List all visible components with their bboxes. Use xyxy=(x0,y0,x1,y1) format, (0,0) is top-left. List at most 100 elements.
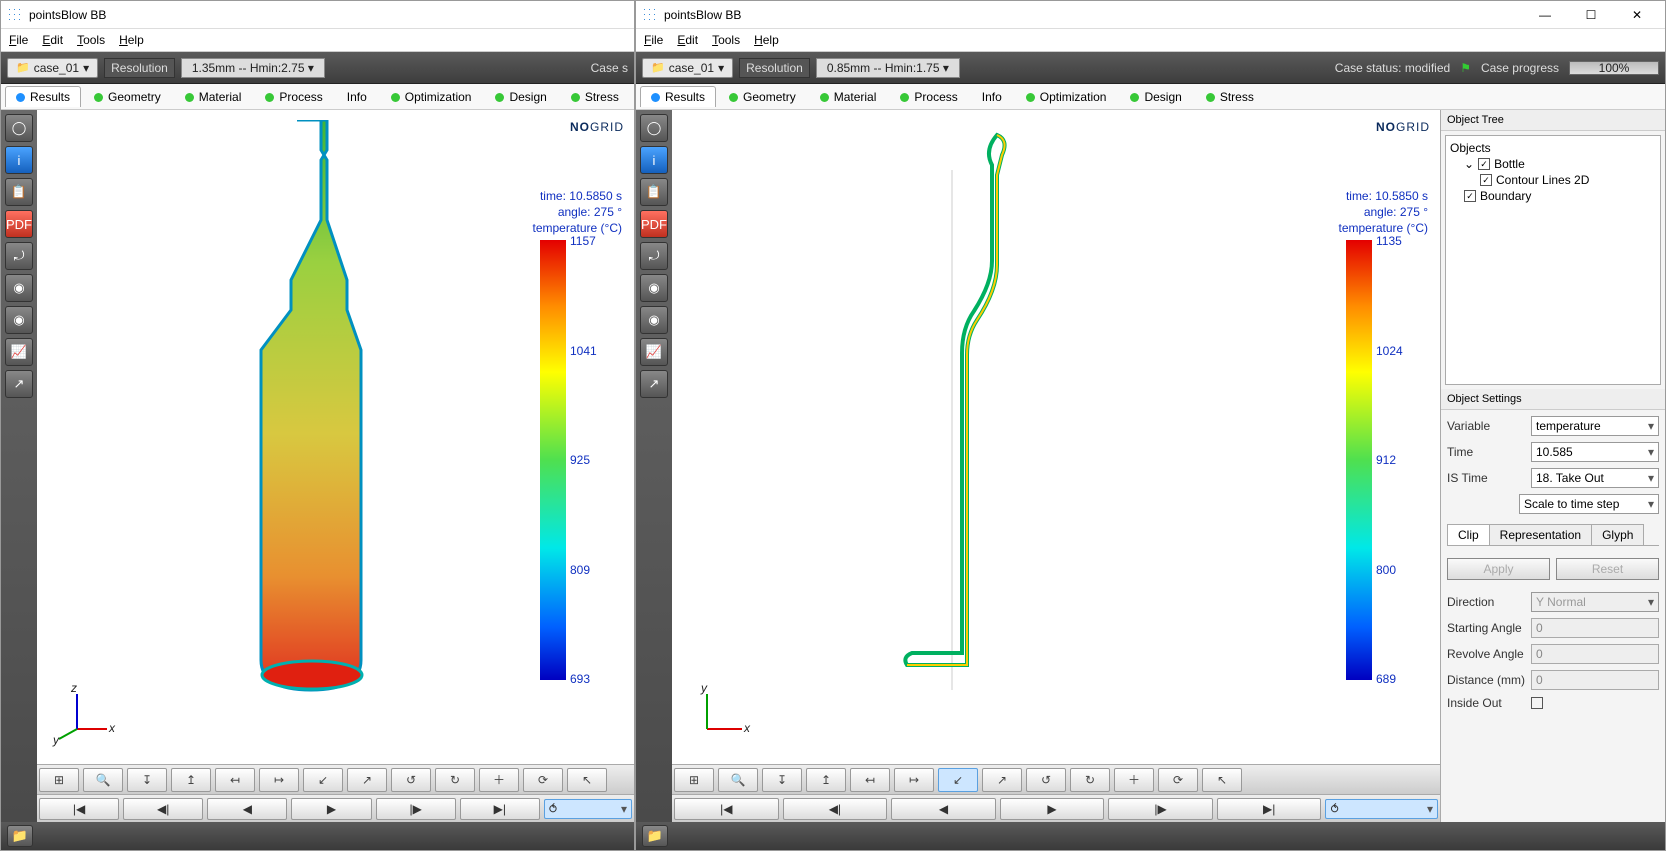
checkbox[interactable] xyxy=(1478,158,1490,170)
tool-info-icon[interactable]: i xyxy=(5,146,33,174)
resolution-value-right[interactable]: 0.85mm -- Hmin:1.75 ▾ xyxy=(816,58,960,78)
tab-info[interactable]: Info xyxy=(336,86,378,107)
mtab-representation[interactable]: Representation xyxy=(1489,524,1592,545)
tab-material[interactable]: Material xyxy=(809,86,888,107)
case-selector[interactable]: case_01 ▾ xyxy=(642,58,733,78)
reset-button[interactable]: Reset xyxy=(1556,558,1659,580)
tool-notes-icon[interactable]: 📋 xyxy=(5,178,33,206)
resolution-value-left[interactable]: 1.35mm -- Hmin:2.75 ▾ xyxy=(181,58,325,78)
play-loop-icon[interactable]: ⥀ xyxy=(544,799,632,819)
vt-v9-icon[interactable]: ＋ xyxy=(479,768,519,792)
tab-geometry[interactable]: Geometry xyxy=(718,86,807,107)
time-select[interactable]: 10.585 xyxy=(1531,442,1659,462)
minimize-button[interactable]: — xyxy=(1523,2,1567,28)
vt-v10-icon[interactable]: ⟳ xyxy=(523,768,563,792)
close-button[interactable]: ✕ xyxy=(1615,2,1659,28)
mtab-glyph[interactable]: Glyph xyxy=(1591,524,1644,545)
tool-curve-icon[interactable]: 📈 xyxy=(640,338,668,366)
vt-v2-icon[interactable]: ↥ xyxy=(806,768,846,792)
vt-v8-icon[interactable]: ↻ xyxy=(1070,768,1110,792)
istime-select[interactable]: 18. Take Out xyxy=(1531,468,1659,488)
vt-zoom-icon[interactable]: 🔍 xyxy=(718,768,758,792)
tool-notes-icon[interactable]: 📋 xyxy=(640,178,668,206)
footer-icon[interactable]: 📁 xyxy=(7,825,33,847)
tab-info[interactable]: Info xyxy=(971,86,1013,107)
vt-fit-icon[interactable]: ⊞ xyxy=(674,768,714,792)
vt-v2-icon[interactable]: ↥ xyxy=(171,768,211,792)
tool-camera1-icon[interactable]: ◉ xyxy=(5,274,33,302)
vt-v3-icon[interactable]: ↤ xyxy=(215,768,255,792)
object-tree[interactable]: Objects ⌄Bottle Contour Lines 2D Boundar… xyxy=(1445,135,1661,385)
case-selector[interactable]: case_01 ▾ xyxy=(7,58,98,78)
tool-pdf-icon[interactable]: PDF xyxy=(5,210,33,238)
vt-v11-icon[interactable]: ↖ xyxy=(567,768,607,792)
menu-file[interactable]: File xyxy=(644,33,663,47)
checkbox[interactable] xyxy=(1480,174,1492,186)
tab-design[interactable]: Design xyxy=(484,86,557,107)
menu-edit[interactable]: Edit xyxy=(42,33,63,47)
play-prev-icon[interactable]: ◀| xyxy=(783,798,888,820)
play-last-icon[interactable]: ▶| xyxy=(460,798,540,820)
tree-bottle[interactable]: ⌄Bottle xyxy=(1450,156,1656,172)
tab-process[interactable]: Process xyxy=(254,86,333,107)
menu-file[interactable]: File xyxy=(9,33,28,47)
play-fwd-icon[interactable]: ▶ xyxy=(291,798,371,820)
scale-timestep-button[interactable]: Scale to time step xyxy=(1519,494,1659,514)
vt-v9-icon[interactable]: ＋ xyxy=(1114,768,1154,792)
play-back-icon[interactable]: ◀ xyxy=(891,798,996,820)
menu-tools[interactable]: Tools xyxy=(712,33,740,47)
tree-contour[interactable]: Contour Lines 2D xyxy=(1450,172,1656,188)
tool-info-icon[interactable]: i xyxy=(640,146,668,174)
tab-stress[interactable]: Stress xyxy=(560,86,630,107)
viewport-3d[interactable]: NOGRID time: 10.5850 s angle: 275 ° temp… xyxy=(37,110,634,764)
tool-axis-icon[interactable]: ⤾ xyxy=(640,242,668,270)
tool-curve-icon[interactable]: 📈 xyxy=(5,338,33,366)
vt-v7-icon[interactable]: ↺ xyxy=(1026,768,1066,792)
vt-v5-icon[interactable]: ↙ xyxy=(303,768,343,792)
vt-v4-icon[interactable]: ↦ xyxy=(894,768,934,792)
tool-camera2-icon[interactable]: ◉ xyxy=(640,306,668,334)
titlebar-left[interactable]: pointsBlow BB xyxy=(1,1,634,29)
viewport-2d[interactable]: NOGRID time: 10.5850 s angle: 275 ° temp… xyxy=(672,110,1440,764)
tab-material[interactable]: Material xyxy=(174,86,253,107)
tool-circle-icon[interactable]: ◯ xyxy=(5,114,33,142)
tree-boundary[interactable]: Boundary xyxy=(1450,188,1656,204)
play-back-icon[interactable]: ◀ xyxy=(207,798,287,820)
tab-optimization[interactable]: Optimization xyxy=(380,86,483,107)
tab-results[interactable]: Results xyxy=(5,86,81,107)
menu-help[interactable]: Help xyxy=(754,33,779,47)
menu-edit[interactable]: Edit xyxy=(677,33,698,47)
tool-pointer-icon[interactable]: ↗ xyxy=(5,370,33,398)
tree-root[interactable]: Objects xyxy=(1450,140,1656,156)
footer-icon[interactable]: 📁 xyxy=(642,825,668,847)
menu-help[interactable]: Help xyxy=(119,33,144,47)
titlebar-right[interactable]: pointsBlow BB — ☐ ✕ xyxy=(636,1,1665,29)
tab-optimization[interactable]: Optimization xyxy=(1015,86,1118,107)
vt-v7-icon[interactable]: ↺ xyxy=(391,768,431,792)
vt-fit-icon[interactable]: ⊞ xyxy=(39,768,79,792)
play-next-icon[interactable]: |▶ xyxy=(376,798,456,820)
vt-v3-icon[interactable]: ↤ xyxy=(850,768,890,792)
maximize-button[interactable]: ☐ xyxy=(1569,2,1613,28)
menu-tools[interactable]: Tools xyxy=(77,33,105,47)
play-fwd-icon[interactable]: ▶ xyxy=(1000,798,1105,820)
tab-process[interactable]: Process xyxy=(889,86,968,107)
play-loop-icon[interactable]: ⥀ xyxy=(1325,799,1438,819)
vt-zoom-icon[interactable]: 🔍 xyxy=(83,768,123,792)
vt-v4-icon[interactable]: ↦ xyxy=(259,768,299,792)
play-first-icon[interactable]: |◀ xyxy=(39,798,119,820)
checkbox[interactable] xyxy=(1464,190,1476,202)
tool-pdf-icon[interactable]: PDF xyxy=(640,210,668,238)
play-last-icon[interactable]: ▶| xyxy=(1217,798,1322,820)
tab-geometry[interactable]: Geometry xyxy=(83,86,172,107)
vt-v10-icon[interactable]: ⟳ xyxy=(1158,768,1198,792)
variable-select[interactable]: temperature xyxy=(1531,416,1659,436)
vt-v1-icon[interactable]: ↧ xyxy=(127,768,167,792)
play-next-icon[interactable]: |▶ xyxy=(1108,798,1213,820)
tool-circle-icon[interactable]: ◯ xyxy=(640,114,668,142)
tool-pointer-icon[interactable]: ↗ xyxy=(640,370,668,398)
mtab-clip[interactable]: Clip xyxy=(1447,524,1490,545)
apply-button[interactable]: Apply xyxy=(1447,558,1550,580)
vt-v6-icon[interactable]: ↗ xyxy=(347,768,387,792)
vt-v11-icon[interactable]: ↖ xyxy=(1202,768,1242,792)
